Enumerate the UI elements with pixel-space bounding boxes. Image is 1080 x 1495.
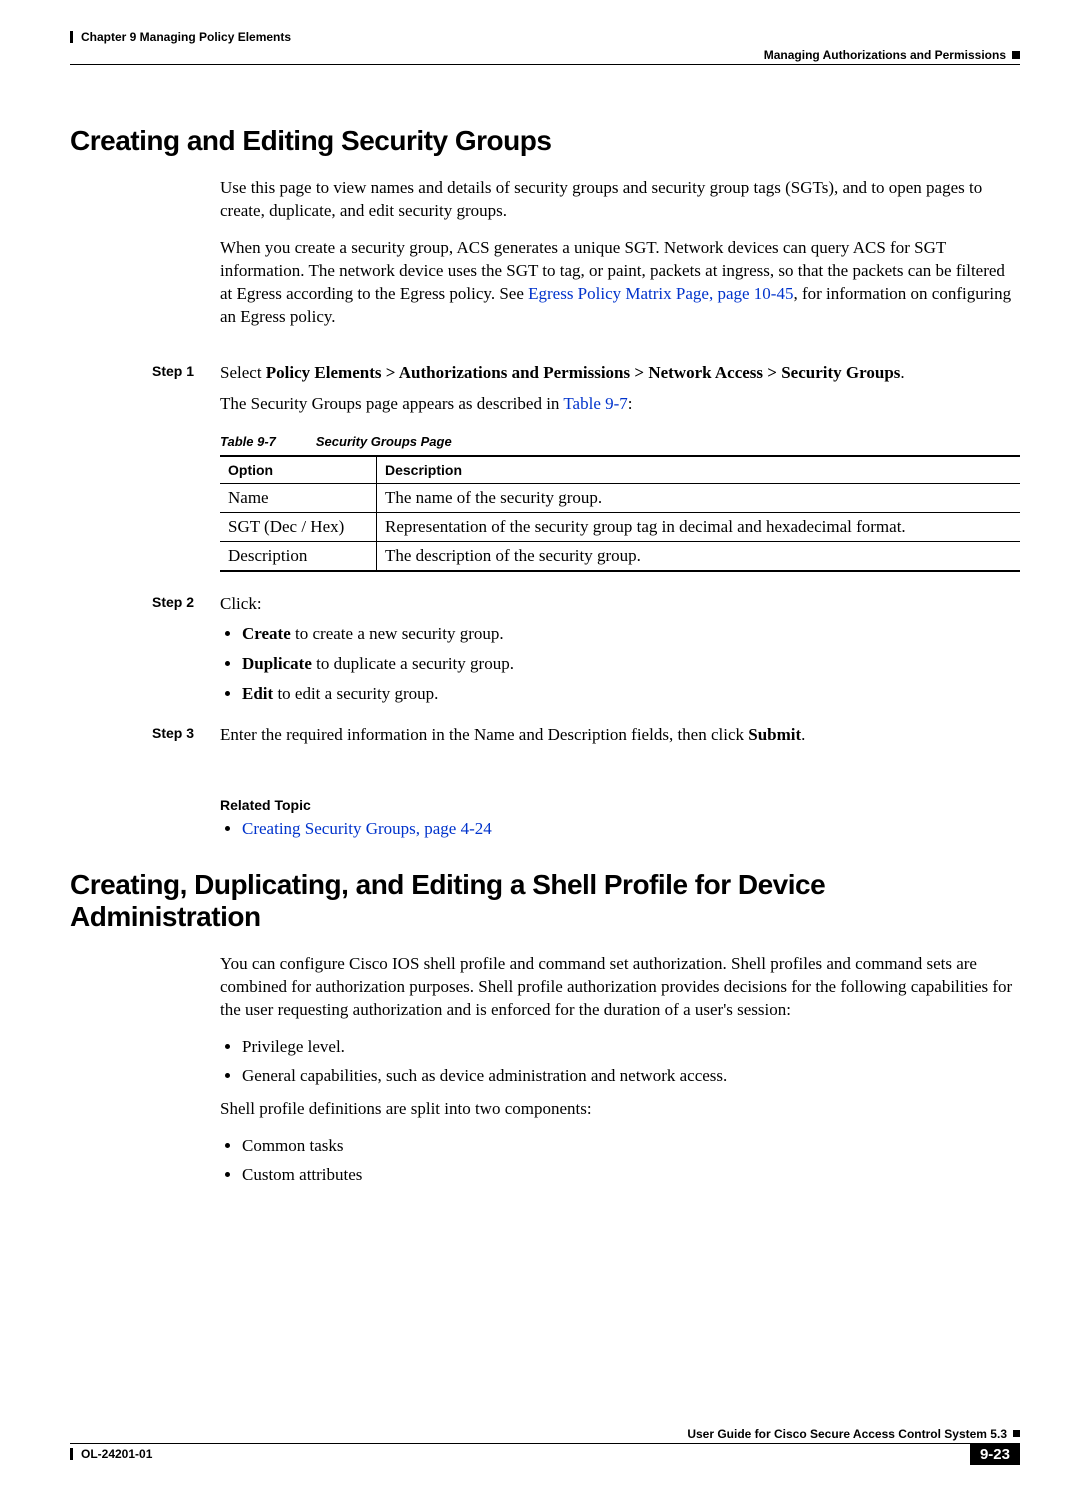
step-3: Step 3 Enter the required information in… (152, 723, 1020, 747)
step-1: Step 1 Select Policy Elements > Authoriz… (152, 361, 1020, 417)
step-label: Step 2 (152, 592, 220, 715)
page-number-badge: 9-23 (970, 1444, 1020, 1465)
intro-paragraph-2: When you create a security group, ACS ge… (220, 237, 1020, 329)
section-title: Managing Authorizations and Permissions (764, 48, 1006, 62)
bullet-general: General capabilities, such as device adm… (242, 1065, 1020, 1088)
intro-paragraph-1: Use this page to view names and details … (220, 177, 1020, 223)
table-ref-link[interactable]: Table 9-7 (563, 394, 627, 413)
bullet-create: Create to create a new security group. (242, 622, 1020, 646)
step-2: Step 2 Click: Create to create a new sec… (152, 592, 1020, 715)
running-header: Chapter 9 Managing Policy Elements (70, 30, 1020, 44)
shell-paragraph-2: Shell profile definitions are split into… (220, 1098, 1020, 1121)
bullet-common: Common tasks (242, 1135, 1020, 1158)
footer-doc-id: OL-24201-01 (81, 1447, 152, 1461)
options-table: Option Description Name The name of the … (220, 455, 1020, 572)
table-header-description: Description (377, 456, 1021, 484)
running-header-sub: Managing Authorizations and Permissions (70, 48, 1020, 62)
chapter-title: Chapter 9 Managing Policy Elements (81, 30, 291, 44)
footer-guide-title: User Guide for Cisco Secure Access Contr… (687, 1427, 1007, 1441)
page-footer: User Guide for Cisco Secure Access Contr… (70, 1427, 1020, 1465)
egress-link[interactable]: Egress Policy Matrix Page, page 10-45 (528, 284, 793, 303)
bullet-privilege: Privilege level. (242, 1036, 1020, 1059)
table-header-option: Option (220, 456, 377, 484)
heading-security-groups: Creating and Editing Security Groups (70, 125, 1020, 157)
nav-path: Policy Elements > Authorizations and Per… (266, 363, 901, 382)
related-link[interactable]: Creating Security Groups, page 4-24 (242, 819, 492, 838)
step-label: Step 1 (152, 361, 220, 417)
bullet-custom: Custom attributes (242, 1164, 1020, 1187)
footer-marker-icon (1013, 1430, 1020, 1437)
heading-shell-profile: Creating, Duplicating, and Editing a She… (70, 869, 1020, 933)
table-row: SGT (Dec / Hex) Representation of the se… (220, 513, 1020, 542)
header-marker-icon (1012, 51, 1020, 59)
table-row: Name The name of the security group. (220, 484, 1020, 513)
shell-paragraph-1: You can configure Cisco IOS shell profil… (220, 953, 1020, 1022)
step-label: Step 3 (152, 723, 220, 747)
table-row: Description The description of the secur… (220, 542, 1020, 572)
table-caption: Table 9-7Security Groups Page (220, 434, 1020, 449)
bullet-duplicate: Duplicate to duplicate a security group. (242, 652, 1020, 676)
related-topic-item: Creating Security Groups, page 4-24 (242, 819, 1020, 839)
related-topic-heading: Related Topic (220, 797, 1020, 813)
bullet-edit: Edit to edit a security group. (242, 682, 1020, 706)
